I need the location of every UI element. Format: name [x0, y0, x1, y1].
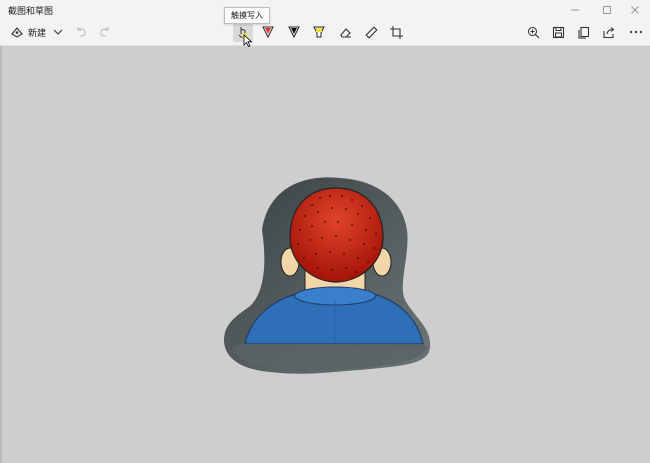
- zoom-in-icon: [527, 26, 539, 38]
- new-snip-dropdown[interactable]: [50, 22, 66, 42]
- minimize-button[interactable]: [560, 0, 590, 19]
- app-title: 截图和草图: [8, 7, 54, 17]
- highlighter-icon: [313, 26, 325, 38]
- save-button[interactable]: [549, 22, 567, 42]
- snip-image: [224, 177, 431, 374]
- ruler-icon: [364, 25, 378, 39]
- pencil-button[interactable]: [285, 22, 303, 42]
- ballpoint-pen-button[interactable]: [259, 22, 277, 42]
- tooltip: 触摸写入: [224, 7, 270, 24]
- maximize-icon: [603, 5, 611, 14]
- maximize-button[interactable]: [592, 0, 622, 19]
- undo-icon: [77, 27, 86, 37]
- ballpoint-pen-icon: [262, 26, 274, 39]
- highlighter-button[interactable]: [310, 22, 328, 42]
- cursor-icon: [243, 34, 253, 47]
- toolbar: 新建: [0, 19, 650, 64]
- crop-icon: [389, 25, 403, 39]
- redo-button[interactable]: [96, 22, 114, 42]
- save-icon: [552, 26, 564, 38]
- title-bar: 截图和草图: [0, 0, 650, 19]
- new-snip-button[interactable]: 新建: [6, 22, 50, 42]
- undo-button[interactable]: [72, 22, 90, 42]
- more-icon: [629, 30, 643, 34]
- crop-button[interactable]: [387, 22, 405, 42]
- share-icon: [602, 26, 614, 38]
- snip-new-icon: [11, 27, 23, 38]
- close-icon: [631, 5, 639, 14]
- chevron-down-icon: [53, 29, 63, 35]
- pencil-icon: [288, 26, 300, 39]
- copy-icon: [577, 26, 589, 39]
- snip-and-sketch-window: 截图和草图 新建 触摸写入: [0, 0, 650, 463]
- eraser-icon: [339, 27, 351, 38]
- zoom-button[interactable]: [524, 22, 542, 42]
- close-button[interactable]: [620, 0, 650, 19]
- redo-icon: [100, 27, 109, 37]
- hair: [289, 187, 384, 283]
- more-button[interactable]: [626, 22, 646, 42]
- copy-button[interactable]: [574, 22, 592, 42]
- new-snip-label: 新建: [27, 28, 46, 39]
- ruler-button[interactable]: [362, 22, 380, 42]
- share-button[interactable]: [599, 22, 617, 42]
- eraser-button[interactable]: [336, 22, 354, 42]
- minimize-icon: [571, 9, 579, 10]
